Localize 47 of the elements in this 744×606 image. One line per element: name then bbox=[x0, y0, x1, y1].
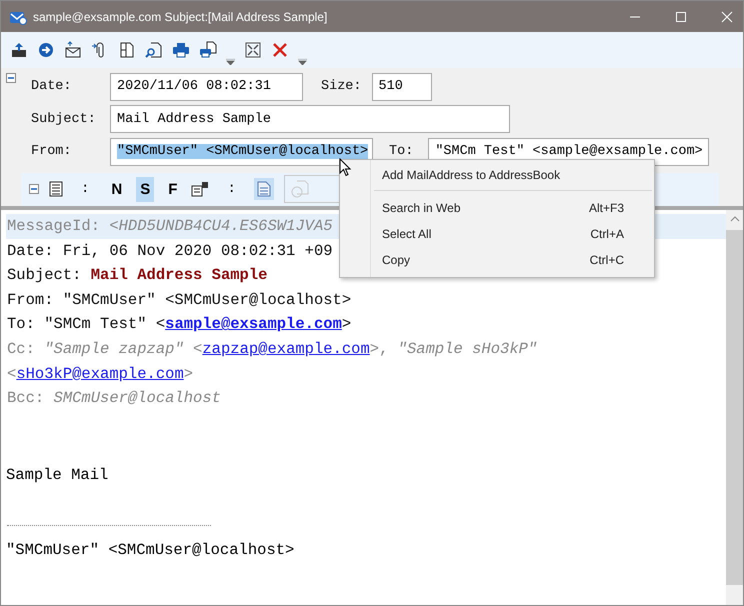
size-field[interactable]: 510 bbox=[372, 72, 432, 101]
format-toggle[interactable]: F bbox=[164, 176, 182, 202]
header-line: To: "SMCm Test" <sample@exsample.com> bbox=[7, 314, 352, 336]
envelope-icon[interactable] bbox=[64, 41, 82, 59]
caret-icon[interactable] bbox=[298, 59, 307, 65]
magnifier-document-icon[interactable] bbox=[145, 41, 163, 59]
field-label: Date: bbox=[31, 79, 73, 94]
date-field[interactable]: 2020/11/06 08:02:31 bbox=[110, 72, 303, 101]
arrow-circle-icon[interactable] bbox=[37, 41, 55, 59]
list-icon[interactable] bbox=[49, 181, 63, 198]
signature-text: "SMCmUser" <SMCmUser@localhost> bbox=[6, 540, 296, 561]
delete-icon[interactable] bbox=[271, 41, 289, 59]
tray-upload-icon[interactable] bbox=[10, 41, 28, 59]
message-text: Sample Mail bbox=[6, 464, 110, 486]
menu-item[interactable]: Select All Ctrl+A bbox=[340, 221, 654, 247]
field-label: Size: bbox=[321, 79, 362, 94]
printer-document-icon[interactable] bbox=[199, 41, 217, 59]
caret-icon[interactable] bbox=[226, 59, 235, 65]
collapse-icon[interactable] bbox=[6, 73, 16, 83]
fit-screen-icon[interactable] bbox=[244, 41, 262, 59]
field-label: To: bbox=[389, 144, 414, 160]
header-line: Bcc: SMCmUser@localhost bbox=[7, 388, 221, 410]
scroll-up-icon[interactable] bbox=[730, 216, 740, 222]
window-title: sample@exsample.com Subject:[Mail Address Sample] bbox=[33, 10, 328, 24]
printer-icon[interactable] bbox=[172, 41, 190, 59]
header-line: From: "SMCmUser" <SMCmUser@localhost> bbox=[7, 290, 352, 311]
separator-mark: : bbox=[81, 181, 90, 198]
menu-item[interactable]: Search in Web Alt+F3 bbox=[340, 195, 654, 221]
field-label: Subject: bbox=[31, 112, 97, 127]
header-line: Date: Fri, 06 Nov 2020 08:02:31 +09 bbox=[7, 240, 333, 262]
from-field[interactable]: "SMCmUser" <SMCmUser@localhost> bbox=[110, 138, 373, 166]
header-line: Subject: Mail Address Sample bbox=[7, 265, 268, 286]
menu-item[interactable]: Copy Ctrl+C bbox=[340, 247, 654, 273]
header-line: MessageId: <HDD5UNDB4CU4.ES6SW1JVA5 bbox=[7, 216, 333, 237]
format-toggle[interactable]: S bbox=[136, 176, 154, 202]
table-icon[interactable] bbox=[191, 181, 210, 198]
subject-field[interactable]: Mail Address Sample bbox=[110, 105, 510, 134]
format-toggle[interactable]: N bbox=[107, 176, 126, 202]
header-line: Cc: "Sample zapzap" <zapzap@example.com>, "Sample sHo3kP" <sHo3kP@example.com> bbox=[7, 338, 538, 385]
mouse-cursor-icon bbox=[339, 158, 351, 177]
separator-mark: : bbox=[227, 181, 236, 198]
field-label: From: bbox=[31, 144, 73, 160]
maximize-icon[interactable] bbox=[675, 10, 687, 22]
collapse-icon[interactable] bbox=[29, 184, 39, 194]
document-icon[interactable] bbox=[118, 41, 136, 59]
page-toggle[interactable] bbox=[254, 178, 274, 200]
close-icon[interactable] bbox=[721, 10, 733, 22]
